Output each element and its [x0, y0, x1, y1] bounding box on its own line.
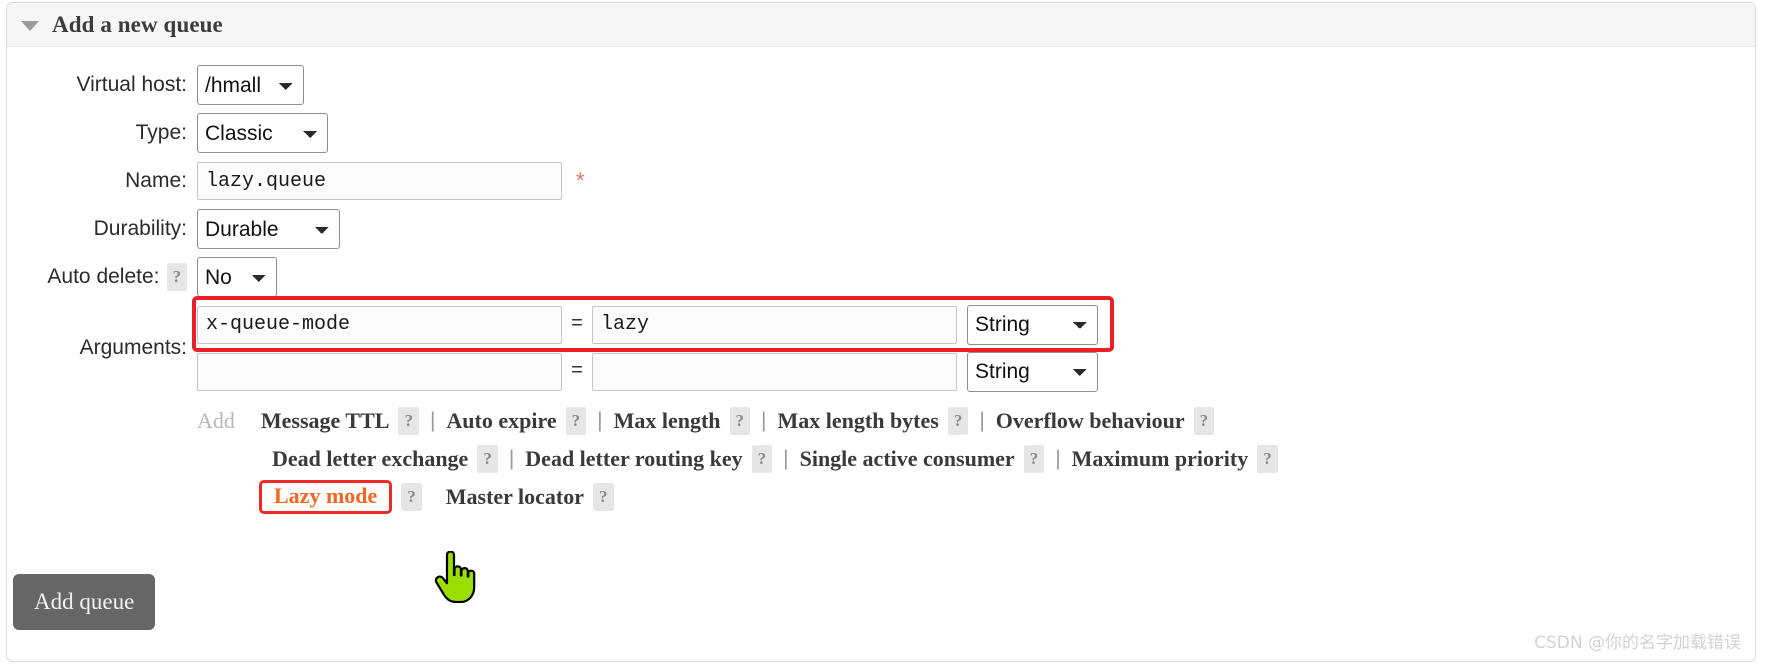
- virtual-host-select[interactable]: /hmall: [197, 65, 304, 105]
- argument-value-input-1[interactable]: [592, 352, 957, 391]
- preset-separator: |: [761, 409, 767, 432]
- help-icon-message-ttl[interactable]: ?: [398, 407, 419, 435]
- preset-separator: |: [1055, 447, 1061, 470]
- durability-label: Durability:: [93, 217, 187, 240]
- preset-link-max-length[interactable]: Max length: [614, 408, 721, 434]
- argument-value-input-0[interactable]: [592, 305, 957, 344]
- add-queue-panel: Add a new queue Virtual host: /hmall Typ…: [6, 2, 1756, 662]
- form-row-durability: Durability: Durable: [7, 205, 1755, 253]
- argument-type-select-1[interactable]: String: [967, 351, 1098, 392]
- argument-type-select-0[interactable]: String: [967, 304, 1098, 345]
- panel-header[interactable]: Add a new queue: [7, 3, 1755, 47]
- preset-link-message-ttl[interactable]: Message TTL: [261, 408, 390, 434]
- preset-link-master-locator[interactable]: Master locator: [446, 484, 584, 510]
- argument-row: = String: [197, 348, 1098, 395]
- watermark-text: CSDN @你的名字加载错误: [1534, 633, 1741, 653]
- virtual-host-label: Virtual host:: [76, 73, 187, 96]
- add-argument-link[interactable]: Add: [197, 408, 235, 434]
- argument-presets: Add Message TTL ? | Auto expire ? | Max …: [7, 395, 1755, 516]
- help-icon-dead-letter-routing-key[interactable]: ?: [751, 445, 773, 473]
- preset-separator: |: [597, 409, 603, 432]
- help-icon-maximum-priority[interactable]: ?: [1257, 445, 1278, 473]
- form-row-type: Type: Classic: [7, 109, 1755, 157]
- preset-link-dead-letter-exchange[interactable]: Dead letter exchange: [272, 446, 468, 472]
- help-icon-auto-expire[interactable]: ?: [565, 407, 587, 435]
- help-icon-dead-letter-exchange[interactable]: ?: [477, 445, 498, 473]
- add-queue-form: Virtual host: /hmall Type: Classic Name:…: [7, 47, 1755, 516]
- name-label: Name:: [125, 169, 187, 192]
- auto-delete-select[interactable]: No: [197, 257, 277, 297]
- argument-key-input-0[interactable]: [197, 305, 562, 344]
- arguments-label: Arguments:: [79, 336, 187, 359]
- argument-key-input-1[interactable]: [197, 352, 562, 391]
- form-row-name: Name: *: [7, 157, 1755, 205]
- preset-line-1: Add Message TTL ? | Auto expire ? | Max …: [197, 402, 1755, 440]
- preset-link-max-length-bytes[interactable]: Max length bytes: [778, 408, 939, 434]
- preset-separator: |: [429, 409, 436, 432]
- preset-link-maximum-priority[interactable]: Maximum priority: [1072, 446, 1249, 472]
- preset-link-single-active-consumer[interactable]: Single active consumer: [800, 446, 1015, 472]
- argument-equals-0: =: [570, 313, 583, 336]
- argument-equals-1: =: [570, 360, 583, 383]
- help-icon-single-active-consumer[interactable]: ?: [1023, 445, 1045, 473]
- annotation-box-lazy-mode: Lazy mode: [259, 480, 393, 514]
- preset-link-lazy-mode[interactable]: Lazy mode: [274, 483, 377, 508]
- preset-separator: |: [783, 447, 789, 470]
- argument-row: = String: [197, 301, 1098, 348]
- type-select[interactable]: Classic: [197, 113, 328, 153]
- add-queue-button[interactable]: Add queue: [13, 574, 156, 630]
- preset-separator: |: [508, 447, 515, 470]
- auto-delete-label: Auto delete: ?: [7, 263, 197, 291]
- form-row-arguments: Arguments: = String = String: [7, 296, 1755, 395]
- required-marker: *: [576, 168, 585, 193]
- form-row-virtual-host: Virtual host: /hmall: [7, 61, 1755, 109]
- page-title: Add a new queue: [52, 11, 223, 37]
- submit-area: Add queue: [13, 574, 156, 630]
- preset-link-overflow-behaviour[interactable]: Overflow behaviour: [996, 408, 1185, 434]
- form-row-auto-delete: Auto delete: ? No: [7, 253, 1755, 301]
- preset-link-auto-expire[interactable]: Auto expire: [446, 408, 556, 434]
- help-icon-master-locator[interactable]: ?: [593, 483, 614, 511]
- help-icon-max-length-bytes[interactable]: ?: [947, 407, 969, 435]
- name-input[interactable]: [197, 162, 562, 200]
- preset-line-3: Lazy mode ? Master locator ?: [197, 478, 1755, 516]
- help-icon-lazy-mode[interactable]: ?: [401, 483, 422, 511]
- help-icon-auto-delete[interactable]: ?: [166, 263, 187, 291]
- help-icon-overflow-behaviour[interactable]: ?: [1193, 407, 1215, 435]
- preset-separator: |: [979, 409, 985, 432]
- durability-select[interactable]: Durable: [197, 209, 340, 249]
- auto-delete-label-text: Auto delete:: [47, 265, 160, 288]
- preset-line-2: Dead letter exchange ? | Dead letter rou…: [197, 440, 1755, 478]
- preset-link-dead-letter-routing-key[interactable]: Dead letter routing key: [525, 446, 742, 472]
- help-icon-max-length[interactable]: ?: [729, 407, 751, 435]
- caret-down-icon[interactable]: [21, 20, 39, 31]
- type-label: Type:: [135, 121, 187, 144]
